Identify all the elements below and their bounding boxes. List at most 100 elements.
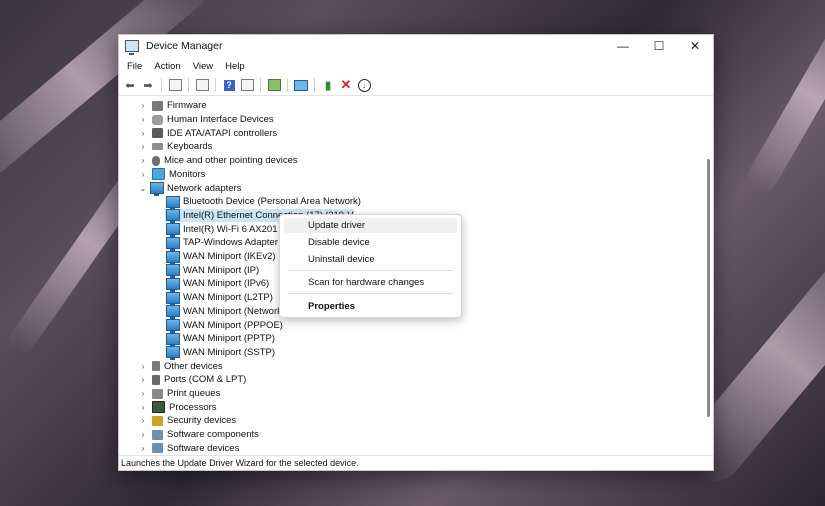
monitor-icon	[152, 168, 165, 181]
tree-item-label: WAN Miniport (IP)	[183, 264, 260, 276]
expand-chevron-icon[interactable]: ›	[137, 416, 149, 425]
device-manager-icon	[125, 40, 139, 55]
network-adapter-icon	[166, 305, 180, 320]
network-adapter-icon	[166, 209, 180, 224]
tree-item-mice[interactable]: › Mice and other pointing devices	[137, 154, 298, 168]
menu-bar: File Action View Help	[119, 57, 713, 75]
expand-chevron-icon[interactable]: ›	[137, 430, 149, 439]
network-adapter-icon	[166, 223, 180, 238]
update-driver-icon[interactable]	[266, 77, 282, 93]
tree-item-label: WAN Miniport (Network	[183, 305, 282, 317]
adapter-tap-windows[interactable]: TAP-Windows Adapter V	[165, 236, 287, 251]
properties-sheet-icon[interactable]	[194, 77, 210, 93]
security-icon	[152, 415, 163, 426]
adapter-wan-ip[interactable]: WAN Miniport (IP)	[165, 263, 260, 279]
expand-chevron-icon[interactable]: ›	[137, 101, 149, 110]
ports-icon	[152, 374, 160, 385]
tree-item-label: Software devices	[167, 442, 240, 454]
tree-item-processors[interactable]: › Processors	[137, 400, 217, 414]
tree-item-label: Print queues	[167, 388, 221, 400]
menu-item-scan-hardware[interactable]: Scan for hardware changes	[284, 275, 457, 290]
tree-item-ports[interactable]: › Ports (COM & LPT)	[137, 373, 247, 387]
menu-item-update-driver[interactable]: Update driver	[284, 218, 457, 233]
tree-item-label: Processors	[169, 401, 217, 413]
tree-item-label: Security devices	[167, 415, 237, 427]
adapter-wan-ipv6[interactable]: WAN Miniport (IPv6)	[165, 277, 270, 292]
network-adapter-icon	[166, 319, 180, 334]
adapter-wan-pptp[interactable]: WAN Miniport (PPTP)	[165, 332, 275, 347]
adapter-wan-network[interactable]: WAN Miniport (Network	[165, 305, 282, 320]
status-text: Launches the Update Driver Wizard for th…	[121, 458, 359, 468]
adapter-wan-ikev2[interactable]: WAN Miniport (IKEv2)	[165, 250, 276, 265]
help-icon[interactable]: ?	[221, 77, 237, 93]
keyboard-icon	[152, 143, 163, 151]
minimize-button[interactable]: —	[605, 35, 641, 57]
expand-chevron-icon[interactable]: ›	[137, 403, 149, 412]
tree-item-firmware[interactable]: › Firmware	[137, 99, 207, 113]
tree-item-label: TAP-Windows Adapter V	[183, 237, 287, 249]
tree-item-monitors[interactable]: › Monitors	[137, 168, 205, 182]
adapter-intel-wifi[interactable]: Intel(R) Wi-Fi 6 AX201 16	[165, 222, 291, 238]
network-adapter-icon	[166, 291, 180, 306]
add-driver-icon[interactable]: ▮	[320, 77, 336, 93]
adapter-wan-sstp[interactable]: WAN Miniport (SSTP)	[165, 346, 276, 361]
expand-chevron-icon[interactable]: ›	[137, 129, 149, 138]
tree-item-software-devices[interactable]: › Software devices	[137, 442, 240, 456]
tree-item-security-devices[interactable]: › Security devices	[137, 414, 237, 428]
tree-item-print-queues[interactable]: › Print queues	[137, 387, 221, 401]
adapter-wan-pppoe[interactable]: WAN Miniport (PPPOE)	[165, 318, 283, 334]
firmware-icon	[152, 100, 163, 111]
tree-item-network-adapters[interactable]: ⌄ Network adapters	[137, 181, 241, 197]
back-arrow-icon[interactable]: ⬅	[122, 77, 138, 93]
context-menu: Update driver Disable device Uninstall d…	[279, 214, 462, 318]
menu-separator	[288, 293, 453, 294]
menu-separator	[288, 270, 453, 271]
menu-item-uninstall-device[interactable]: Uninstall device	[284, 252, 457, 267]
expand-chevron-icon[interactable]: ›	[137, 362, 149, 371]
expand-chevron-icon[interactable]: ›	[137, 170, 149, 179]
tree-item-label: WAN Miniport (SSTP)	[183, 346, 276, 358]
menu-help[interactable]: Help	[219, 61, 251, 72]
toolbar: ⬅ ➡ ? ▮ ✕ ↓	[119, 75, 713, 96]
menu-item-properties[interactable]: Properties	[284, 299, 457, 314]
expand-chevron-icon[interactable]: ›	[137, 142, 149, 151]
software-components-icon	[152, 429, 163, 440]
collapse-chevron-icon[interactable]: ⌄	[137, 184, 149, 193]
tree-item-ide[interactable]: › IDE ATA/ATAPI controllers	[137, 126, 278, 140]
expand-chevron-icon[interactable]: ›	[137, 444, 149, 453]
tree-item-label: WAN Miniport (L2TP)	[183, 292, 273, 304]
scan-hardware-icon[interactable]	[293, 77, 309, 93]
close-button[interactable]: ✕	[677, 35, 713, 57]
tree-item-label: WAN Miniport (IPv6)	[183, 278, 270, 290]
menu-item-disable-device[interactable]: Disable device	[284, 235, 457, 250]
tree-item-hid[interactable]: › Human Interface Devices	[137, 113, 274, 127]
menu-view[interactable]: View	[187, 61, 219, 72]
mouse-icon	[152, 155, 160, 166]
tree-item-keyboards[interactable]: › Keyboards	[137, 140, 213, 154]
expand-chevron-icon[interactable]: ›	[137, 156, 149, 165]
expand-chevron-icon[interactable]: ›	[137, 389, 149, 398]
tree-item-other-devices[interactable]: › Other devices	[137, 359, 223, 373]
processor-icon	[152, 401, 165, 414]
tree-item-label: Mice and other pointing devices	[164, 155, 298, 167]
expand-chevron-icon[interactable]: ›	[137, 375, 149, 384]
tree-item-label: Software components	[167, 429, 259, 441]
vertical-scrollbar[interactable]	[707, 159, 710, 417]
forward-arrow-icon[interactable]: ➡	[140, 77, 156, 93]
status-bar: Launches the Update Driver Wizard for th…	[119, 455, 713, 470]
download-arrow-icon[interactable]: ↓	[356, 77, 372, 93]
show-hide-console-tree-icon[interactable]	[167, 77, 183, 93]
expand-chevron-icon[interactable]: ›	[137, 115, 149, 124]
menu-file[interactable]: File	[121, 61, 148, 72]
view-icon[interactable]	[239, 77, 255, 93]
tree-item-software-components[interactable]: › Software components	[137, 428, 259, 442]
network-adapter-icon	[166, 346, 180, 361]
printer-icon	[152, 388, 163, 399]
uninstall-x-icon[interactable]: ✕	[338, 77, 354, 93]
adapter-bluetooth-pan[interactable]: Bluetooth Device (Personal Area Network)	[165, 195, 361, 210]
menu-action[interactable]: Action	[148, 61, 186, 72]
tree-item-label: Intel(R) Wi-Fi 6 AX201 16	[183, 223, 291, 235]
adapter-wan-l2tp[interactable]: WAN Miniport (L2TP)	[165, 291, 273, 306]
maximize-button[interactable]: ☐	[641, 35, 677, 57]
network-adapter-icon	[166, 195, 180, 210]
